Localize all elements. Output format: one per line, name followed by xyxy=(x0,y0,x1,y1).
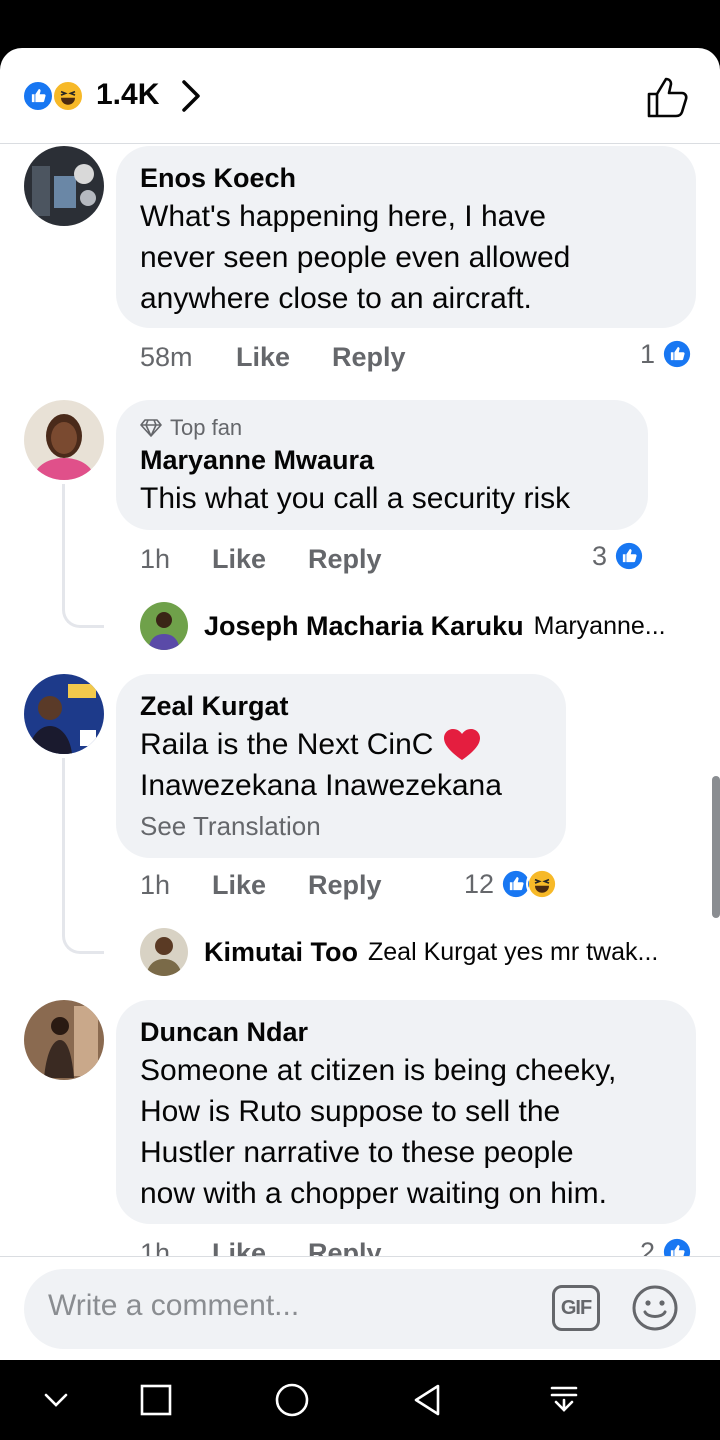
comment-text-line: Inawezekana Inawezekana xyxy=(140,769,502,802)
haha-icon xyxy=(526,868,559,900)
chevron-right-icon[interactable] xyxy=(178,78,204,114)
see-translation-link[interactable]: See Translation xyxy=(140,808,542,844)
recents-icon[interactable] xyxy=(136,1380,176,1420)
comment-text-row: Raila is the Next CinC xyxy=(140,724,542,765)
reply-button[interactable]: Reply xyxy=(308,870,382,901)
scrollbar[interactable] xyxy=(712,776,720,918)
comment-bubble[interactable]: Zeal Kurgat Raila is the Next CinC Inawe… xyxy=(116,674,566,858)
avatar[interactable] xyxy=(140,928,188,976)
reaction-count: 12 xyxy=(464,868,495,899)
comments-sheet: 1.4K Enos Koech What's happening here, I… xyxy=(0,48,720,1360)
comment-text-line: What's happening here, I have xyxy=(140,200,546,233)
reply-author[interactable]: Kimutai Too xyxy=(204,937,358,968)
reply-author[interactable]: Joseph Macharia Karuku xyxy=(204,611,524,642)
comment-text-line: Hustler narrative to these people xyxy=(140,1136,574,1169)
comment-time: 1h xyxy=(140,870,171,900)
comment-actions: 1h Like Reply xyxy=(140,544,620,580)
comment-text-line: Raila is the Next CinC xyxy=(140,728,434,761)
comment-placeholder: Write a comment... xyxy=(48,1289,300,1322)
like-icon xyxy=(613,540,646,572)
emoji-icon[interactable] xyxy=(630,1283,680,1333)
reply-text: Zeal Kurgat yes mr twak... xyxy=(367,937,659,966)
comment-author[interactable]: Duncan Ndar xyxy=(140,1014,672,1050)
diamond-icon xyxy=(140,419,162,437)
like-button[interactable]: Like xyxy=(236,342,290,373)
status-bar xyxy=(0,0,720,48)
comment-text-line: now with a chopper waiting on him. xyxy=(140,1177,607,1210)
reaction-count: 3 xyxy=(592,540,608,571)
notification-shade-icon[interactable] xyxy=(544,1380,584,1420)
comment-reactions[interactable]: 12 xyxy=(464,868,559,900)
back-icon[interactable] xyxy=(408,1380,448,1420)
comment-actions: 58m Like Reply xyxy=(140,342,700,378)
comment-author[interactable]: Maryanne Mwaura xyxy=(140,442,624,478)
heart-icon xyxy=(444,728,481,760)
reaction-count: 1.4K xyxy=(96,78,160,111)
gif-button[interactable]: GIF xyxy=(552,1285,600,1331)
comment-bubble[interactable]: Top fan Maryanne Mwaura This what you ca… xyxy=(116,400,648,530)
comment-text-line: anywhere close to an aircraft. xyxy=(140,282,532,315)
comment-bubble[interactable]: Duncan Ndar Someone at citizen is being … xyxy=(116,1000,696,1224)
comment-text-line: How is Ruto suppose to sell the xyxy=(140,1095,561,1128)
like-button[interactable]: Like xyxy=(212,544,266,575)
haha-icon xyxy=(52,80,84,112)
system-nav-bar xyxy=(0,1360,720,1440)
thread-connector xyxy=(62,484,104,628)
avatar[interactable] xyxy=(24,146,104,226)
top-fan-badge: Top fan xyxy=(140,414,624,442)
home-icon[interactable] xyxy=(272,1380,312,1420)
thread-connector xyxy=(62,758,104,954)
comment-bubble[interactable]: Enos Koech What's happening here, I have… xyxy=(116,146,696,328)
avatar[interactable] xyxy=(24,674,104,754)
comment-text-line: Someone at citizen is being cheeky, xyxy=(140,1054,617,1087)
comment-composer: Write a comment... GIF xyxy=(0,1256,720,1360)
reaction-icons xyxy=(22,80,88,112)
comment-text-line: never seen people even allowed xyxy=(140,241,571,274)
like-icon xyxy=(22,80,54,112)
avatar[interactable] xyxy=(24,1000,104,1080)
comment-text-line: This what you call a security risk xyxy=(140,482,571,515)
avatar[interactable] xyxy=(24,400,104,480)
avatar[interactable] xyxy=(140,602,188,650)
comment-time: 1h xyxy=(140,544,171,574)
reactions-header[interactable]: 1.4K xyxy=(0,48,720,144)
comment-author[interactable]: Zeal Kurgat xyxy=(140,688,542,724)
comment-author[interactable]: Enos Koech xyxy=(140,160,672,196)
like-button[interactable]: Like xyxy=(212,870,266,901)
comment-reactions[interactable]: 1 xyxy=(640,338,694,370)
top-fan-label: Top fan xyxy=(170,415,243,440)
reply-button[interactable]: Reply xyxy=(332,342,406,373)
reply-preview[interactable]: Joseph Macharia Karuku Maryanne... xyxy=(140,602,666,650)
reaction-count: 1 xyxy=(640,338,656,369)
comment-input[interactable]: Write a comment... GIF xyxy=(24,1269,696,1349)
comment-time: 58m xyxy=(140,342,193,372)
reply-preview[interactable]: Kimutai Too Zeal Kurgat yes mr twak... xyxy=(140,928,658,976)
like-icon xyxy=(661,338,694,370)
reply-text: Maryanne... xyxy=(533,611,666,640)
comment-actions: 1h Like Reply xyxy=(140,870,440,906)
comment-reactions[interactable]: 3 xyxy=(592,540,646,572)
reply-button[interactable]: Reply xyxy=(308,544,382,575)
like-outline-icon[interactable] xyxy=(644,74,690,120)
chevron-down-icon[interactable] xyxy=(36,1380,76,1420)
